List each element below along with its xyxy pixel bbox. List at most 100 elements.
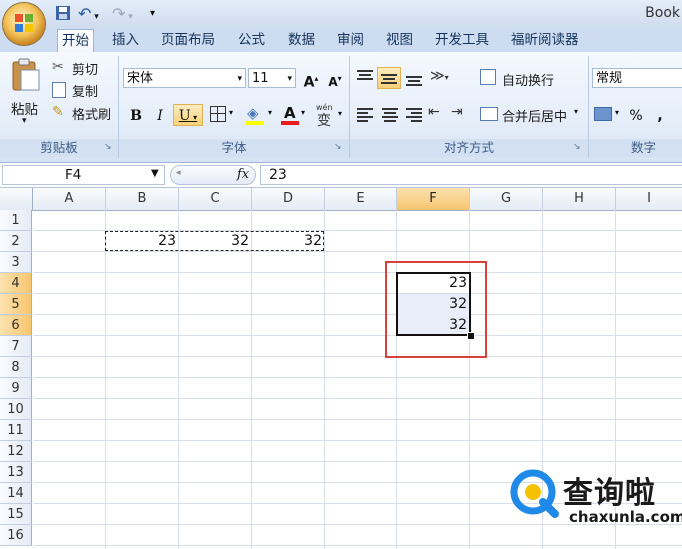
column-header-f[interactable]: F bbox=[397, 188, 470, 210]
column-header-h[interactable]: H bbox=[543, 188, 616, 210]
row-header-5[interactable]: 5 bbox=[0, 294, 32, 315]
row-header-11[interactable]: 11 bbox=[0, 420, 32, 441]
tab-foxit-reader[interactable]: 福昕阅读器 bbox=[507, 29, 583, 51]
grid-line bbox=[33, 398, 682, 399]
row-header-4[interactable]: 4 bbox=[0, 273, 32, 294]
merge-center-button[interactable]: 合并后居中 ▾ bbox=[480, 104, 584, 126]
decrease-indent-icon[interactable]: ⇤ bbox=[428, 104, 448, 126]
grid-line bbox=[33, 545, 682, 546]
copy-icon bbox=[52, 82, 66, 98]
row-header-12[interactable]: 12 bbox=[0, 441, 32, 462]
align-middle-button[interactable] bbox=[377, 67, 401, 89]
grid-line bbox=[105, 210, 106, 549]
grid-line bbox=[33, 440, 682, 441]
tab-insert[interactable]: 插入 bbox=[108, 29, 143, 51]
grid-line bbox=[33, 335, 682, 336]
grid-line bbox=[33, 419, 682, 420]
tab-review[interactable]: 审阅 bbox=[333, 29, 368, 51]
italic-button[interactable]: I bbox=[150, 104, 170, 126]
underline-button[interactable]: U ▾ bbox=[173, 104, 203, 126]
row-header-1[interactable]: 1 bbox=[0, 210, 32, 231]
borders-dropdown-icon[interactable]: ▾ bbox=[229, 108, 233, 117]
tab-data[interactable]: 数据 bbox=[284, 29, 319, 51]
orientation-icon[interactable]: ≫▾ bbox=[430, 68, 449, 84]
borders-icon[interactable] bbox=[210, 106, 226, 122]
cut-label: 剪切 bbox=[72, 63, 99, 78]
column-header-b[interactable]: B bbox=[106, 188, 179, 210]
column-header-e[interactable]: E bbox=[325, 188, 397, 210]
brush-icon: ✎ bbox=[52, 104, 64, 120]
collapse-handle-icon[interactable]: ◂ bbox=[176, 168, 181, 178]
grid-line bbox=[33, 461, 682, 462]
dialog-launcher-icon[interactable]: ↘ bbox=[573, 142, 581, 152]
formula-input[interactable]: 23 bbox=[260, 165, 682, 185]
tab-home[interactable]: 开始 bbox=[57, 29, 94, 52]
row-header-2[interactable]: 2 bbox=[0, 231, 32, 252]
copy-marquee bbox=[105, 231, 324, 251]
row-header-10[interactable]: 10 bbox=[0, 399, 32, 420]
shrink-font-button[interactable]: A▾ bbox=[324, 67, 346, 89]
column-header-d[interactable]: D bbox=[252, 188, 325, 210]
font-name-select[interactable]: 宋体 ▾ bbox=[123, 68, 246, 88]
redo-icon[interactable]: ↷ ▾ bbox=[112, 5, 142, 23]
increase-indent-icon[interactable]: ⇥ bbox=[451, 104, 471, 126]
dialog-launcher-icon[interactable]: ↘ bbox=[334, 142, 342, 152]
accounting-format-button[interactable]: ▾ bbox=[594, 104, 624, 126]
bold-button[interactable]: B bbox=[126, 104, 146, 126]
phonetic-guide-button[interactable]: wén 变 ▾ bbox=[314, 103, 344, 129]
row-header-3[interactable]: 3 bbox=[0, 252, 32, 273]
font-color-button[interactable]: A bbox=[280, 104, 300, 126]
tab-page-layout[interactable]: 页面布局 bbox=[157, 29, 219, 51]
office-button[interactable] bbox=[3, 3, 45, 45]
fill-color-dropdown-icon[interactable]: ▾ bbox=[268, 108, 272, 117]
save-icon[interactable] bbox=[55, 5, 73, 23]
row-header-14[interactable]: 14 bbox=[0, 483, 32, 504]
number-group-label: 数字 bbox=[589, 139, 682, 157]
column-header-i[interactable]: I bbox=[616, 188, 682, 210]
row-header-15[interactable]: 15 bbox=[0, 504, 32, 525]
align-center-button[interactable] bbox=[379, 104, 401, 126]
number-format-select[interactable]: 常规 bbox=[592, 68, 682, 88]
align-bottom-button[interactable] bbox=[403, 67, 425, 89]
row-header-13[interactable]: 13 bbox=[0, 462, 32, 483]
tab-view[interactable]: 视图 bbox=[382, 29, 417, 51]
row-header-8[interactable]: 8 bbox=[0, 357, 32, 378]
fill-color-button[interactable]: ◈ bbox=[245, 104, 267, 126]
undo-icon[interactable]: ↶ ▾ bbox=[78, 5, 104, 23]
row-header-6[interactable]: 6 bbox=[0, 315, 32, 336]
row-header-7[interactable]: 7 bbox=[0, 336, 32, 357]
font-size-select[interactable]: 11 ▾ bbox=[248, 68, 296, 88]
grid-line bbox=[33, 377, 682, 378]
percent-button[interactable]: % bbox=[626, 104, 646, 126]
tab-formulas[interactable]: 公式 bbox=[234, 29, 269, 51]
row-header-9[interactable]: 9 bbox=[0, 378, 32, 399]
brand-url: chaxunla.com bbox=[569, 508, 682, 526]
column-header-g[interactable]: G bbox=[470, 188, 543, 210]
office-logo-icon bbox=[15, 14, 33, 32]
merge-center-label: 合并后居中 bbox=[502, 110, 568, 125]
fill-bucket-icon: ◈ bbox=[247, 104, 259, 122]
align-right-button[interactable] bbox=[403, 104, 425, 126]
font-color-dropdown-icon[interactable]: ▾ bbox=[301, 108, 305, 117]
align-left-button[interactable] bbox=[354, 104, 376, 126]
clipboard-icon bbox=[12, 58, 40, 91]
grid-line bbox=[33, 314, 682, 315]
row-header-16[interactable]: 16 bbox=[0, 525, 32, 546]
tab-developer[interactable]: 开发工具 bbox=[431, 29, 493, 51]
paste-dropdown-icon[interactable]: ▾ bbox=[22, 116, 27, 126]
merge-dropdown-icon[interactable]: ▾ bbox=[574, 107, 578, 116]
grid-line bbox=[33, 272, 682, 273]
paste-button[interactable]: 粘贴 ▾ bbox=[8, 58, 44, 136]
paste-label: 粘贴 bbox=[11, 102, 38, 118]
insert-function-button[interactable]: fx bbox=[237, 167, 249, 182]
align-top-button[interactable] bbox=[354, 67, 376, 89]
name-box-dropdown-icon[interactable]: ▼ bbox=[151, 168, 159, 179]
column-header-a[interactable]: A bbox=[33, 188, 106, 210]
dialog-launcher-icon[interactable]: ↘ bbox=[104, 142, 112, 152]
customize-quick-access-icon[interactable]: ▾ bbox=[150, 5, 162, 23]
grow-font-button[interactable]: A▴ bbox=[300, 67, 322, 91]
select-all-corner[interactable] bbox=[0, 188, 33, 210]
name-box[interactable]: F4 ▼ bbox=[2, 165, 165, 185]
column-header-c[interactable]: C bbox=[179, 188, 252, 210]
comma-style-button[interactable]: , bbox=[652, 104, 668, 126]
